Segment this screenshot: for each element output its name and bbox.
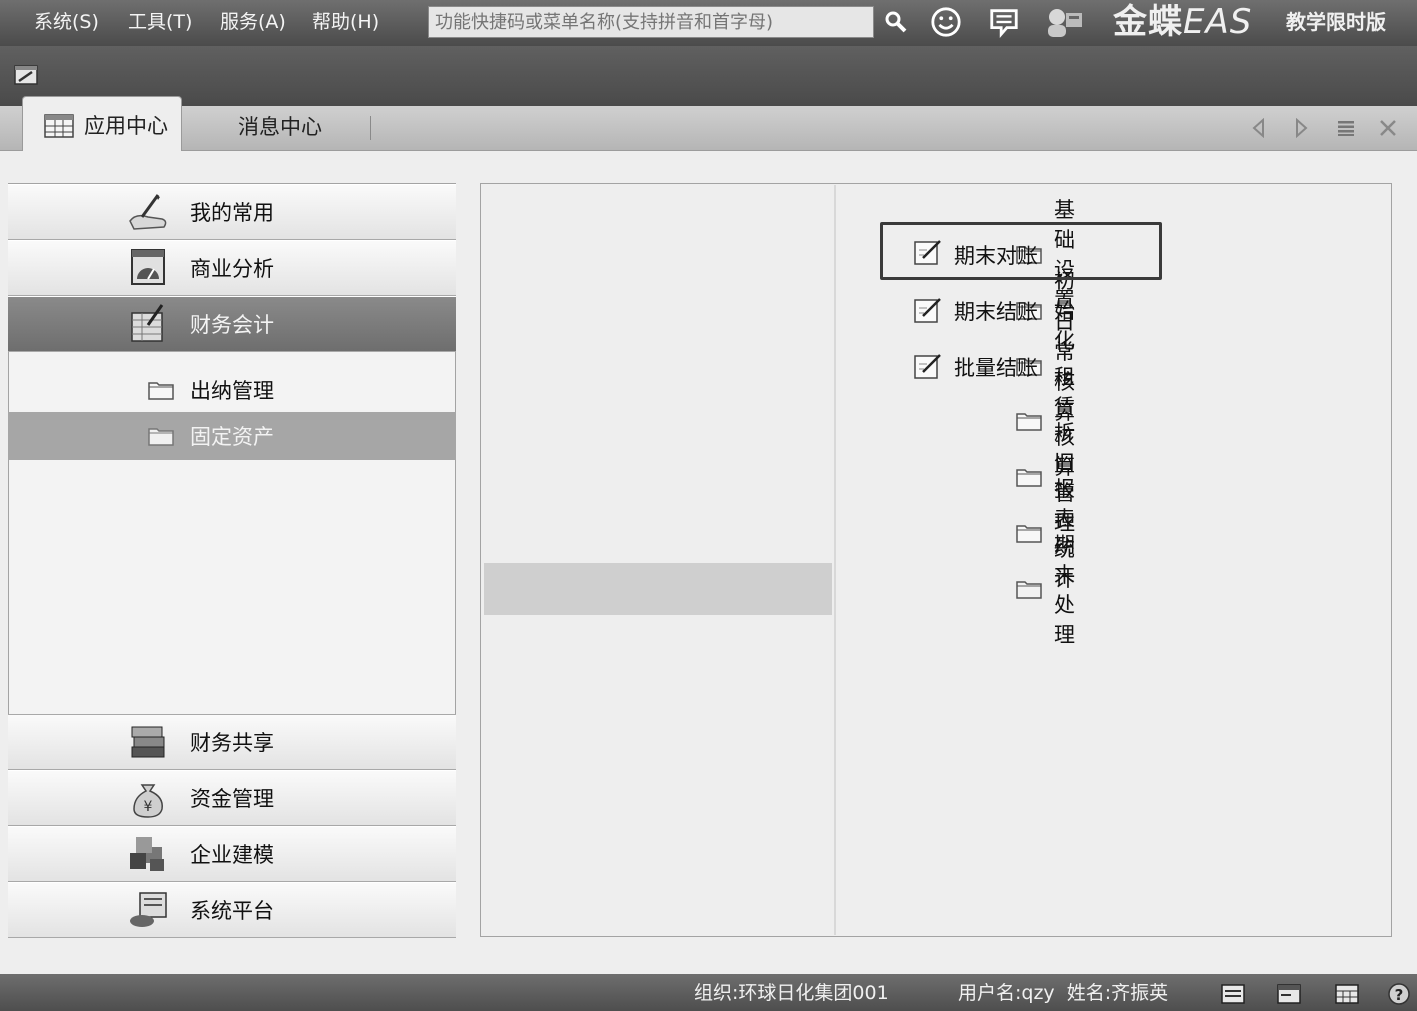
tab-close-icon[interactable] <box>1374 114 1402 142</box>
sidebar-item-enterprise-modeling[interactable]: 企业建模 <box>8 826 456 882</box>
tab-label-message-center: 消息中心 <box>238 115 322 139</box>
category-item-basic-settings[interactable]: 基础设置 <box>484 198 1075 312</box>
edit-layout-icon[interactable] <box>14 64 38 86</box>
sidebar-subitem-fixed-assets[interactable]: 固定资产 <box>8 412 456 460</box>
search-input[interactable] <box>428 6 874 38</box>
toolbar-strip <box>0 46 1417 106</box>
category-item-period-end[interactable]: 期末处理 <box>484 533 1075 647</box>
edit-note-icon <box>913 296 943 324</box>
status-user: 用户名:qzy 姓名:齐振英 <box>958 982 1169 1004</box>
sidebar-item-label: 系统平台 <box>190 899 274 923</box>
sidebar-item-business-analysis[interactable]: 商业分析 <box>8 240 456 296</box>
function-label: 期末对账 <box>954 244 1038 268</box>
cubes-icon <box>126 833 170 875</box>
tab-label-app-center: 应用中心 <box>84 114 168 138</box>
sidebar-item-fund-management[interactable]: ¥ 资金管理 <box>8 770 456 826</box>
category-item-initialization[interactable]: 初始化 <box>484 269 1075 353</box>
folder-icon <box>1016 523 1042 543</box>
sidebar-item-label: 我的常用 <box>190 201 274 225</box>
edition-label: 教学限时版 <box>1286 10 1386 34</box>
folder-icon <box>148 380 174 400</box>
function-label: 期末结账 <box>954 300 1038 324</box>
edit-note-icon <box>913 352 943 380</box>
status-organization: 组织:环球日化集团001 <box>694 982 889 1004</box>
function-label: 批量结账 <box>954 356 1038 380</box>
money-bag-icon: ¥ <box>126 777 170 819</box>
menu-services[interactable]: 服务(A) <box>220 8 286 36</box>
svg-text:¥: ¥ <box>144 799 153 815</box>
calculator-icon[interactable] <box>1334 982 1360 1006</box>
hand-writing-icon <box>126 191 170 233</box>
window-icon[interactable] <box>1276 982 1302 1006</box>
sidebar-subitem-label: 出纳管理 <box>190 379 274 403</box>
ledger-icon <box>126 303 170 345</box>
user-support-icon[interactable] <box>1044 6 1084 38</box>
folder-icon <box>1016 411 1042 431</box>
stacked-books-icon <box>126 721 170 763</box>
menu-tools[interactable]: 工具(T) <box>128 8 192 36</box>
svg-text:?: ? <box>1395 986 1404 1004</box>
category-item-lease-accounting[interactable]: 租赁核算 <box>484 365 1075 479</box>
smiley-icon[interactable] <box>930 6 962 38</box>
grid-window-icon <box>44 114 74 138</box>
sidebar-item-label: 商业分析 <box>190 257 274 281</box>
sidebar-item-label: 企业建模 <box>190 843 274 867</box>
folder-icon <box>1016 467 1042 487</box>
help-icon[interactable]: ? <box>1386 982 1412 1006</box>
edit-note-icon <box>913 238 943 266</box>
folder-icon <box>1016 579 1042 599</box>
brand-logo: 金蝶EAS <box>1113 2 1253 42</box>
category-item-depreciation[interactable]: 折旧管理 <box>484 421 1075 535</box>
message-icon[interactable] <box>988 6 1020 39</box>
menu-system[interactable]: 系统(S) <box>34 8 99 36</box>
sidebar-item-label: 资金管理 <box>190 787 274 811</box>
sidebar-item-label: 财务会计 <box>190 313 274 337</box>
tab-prev-icon[interactable] <box>1244 114 1272 142</box>
category-item-reports[interactable]: 报表统计 <box>484 477 1075 591</box>
search-icon[interactable] <box>880 6 912 38</box>
sidebar-item-financial-sharing[interactable]: 财务共享 <box>8 714 456 770</box>
menu-help[interactable]: 帮助(H) <box>312 8 379 36</box>
category-label: 期末处理 <box>1054 533 1075 647</box>
sidebar-item-favorites[interactable]: 我的常用 <box>8 184 456 240</box>
tab-divider <box>370 116 371 140</box>
sidebar-item-label: 财务共享 <box>190 731 274 755</box>
folder-icon <box>148 426 174 446</box>
tab-list-icon[interactable] <box>1332 114 1360 142</box>
chart-dashboard-icon <box>126 247 170 289</box>
sidebar-subitem-label: 固定资产 <box>190 425 274 449</box>
list-view-icon[interactable] <box>1220 982 1246 1006</box>
sidebar-subitem-cashier[interactable]: 出纳管理 <box>8 366 456 414</box>
category-item-daily-accounting[interactable]: 日常核算 <box>484 310 1075 424</box>
server-icon <box>126 889 170 931</box>
sidebar-item-financial-accounting[interactable]: 财务会计 <box>8 296 456 352</box>
sidebar-item-system-platform[interactable]: 系统平台 <box>8 882 456 938</box>
tab-next-icon[interactable] <box>1288 114 1316 142</box>
